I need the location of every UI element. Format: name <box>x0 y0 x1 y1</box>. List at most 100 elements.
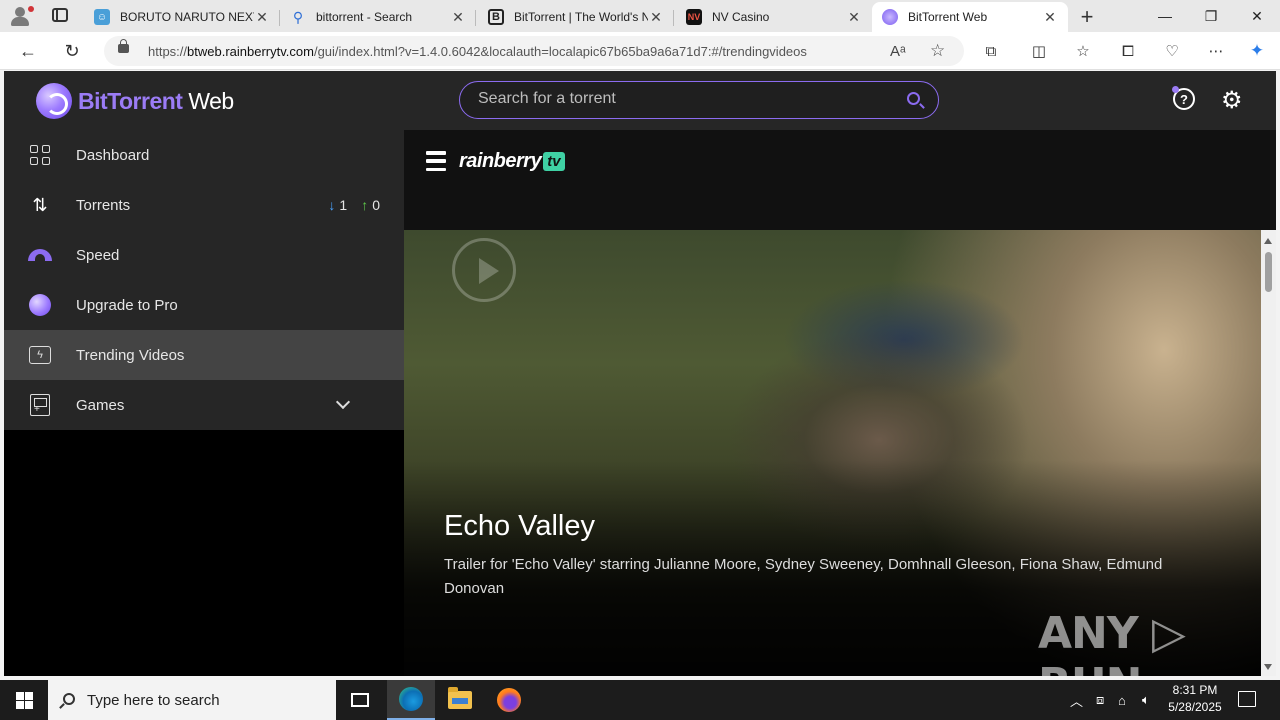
speedometer-icon <box>28 243 52 267</box>
app-header: BitTorrent Web ? ⚙ <box>4 71 1276 130</box>
close-window-icon[interactable]: ✕ <box>1234 0 1280 32</box>
profile-avatar-icon[interactable] <box>8 4 34 28</box>
bittorrent-web-logo[interactable]: BitTorrent Web <box>36 83 234 119</box>
sidebar-item-upgrade-to-pro[interactable]: Upgrade to Pro <box>4 280 404 330</box>
torrent-search-input[interactable] <box>478 90 878 108</box>
search-icon: ⚲ <box>292 8 304 25</box>
hamburger-menu-icon[interactable] <box>426 151 446 171</box>
taskbar-edge[interactable] <box>387 680 435 720</box>
tab-title: BitTorrent | The World's N <box>514 10 648 24</box>
sidebar-item-speed[interactable]: Speed <box>4 230 404 280</box>
video-title: Echo Valley <box>444 510 595 542</box>
volume-icon[interactable]: 🔈︎ <box>1142 680 1150 720</box>
scrollbar-thumb[interactable] <box>1265 252 1272 292</box>
bittorrent-web-icon <box>882 9 898 25</box>
refresh-icon[interactable]: ↻ <box>59 39 85 63</box>
bittorrent-b-icon: B <box>488 9 504 25</box>
chevron-down-icon[interactable] <box>335 394 351 410</box>
dashboard-grid-icon <box>28 143 52 167</box>
help-icon[interactable]: ? <box>1172 86 1195 110</box>
folder-icon <box>448 687 472 709</box>
browser-tab[interactable]: B BitTorrent | The World's N ✕ <box>478 2 674 32</box>
address-bar-row: ← ↻ https://btweb.rainberrytv.com/gui/in… <box>0 32 1280 70</box>
sidebar-item-trending-videos[interactable]: ϟ Trending Videos <box>4 330 404 380</box>
minimize-icon[interactable]: — <box>1142 0 1188 32</box>
torrent-search-box[interactable] <box>459 81 939 119</box>
download-arrow-icon: ↓ <box>328 197 336 213</box>
trending-videos-panel: rainberry tv Echo Valley Trailer for 'Ec… <box>404 130 1276 676</box>
upload-count: ↑ 0 <box>361 197 380 213</box>
play-button-icon[interactable] <box>452 238 516 302</box>
restore-icon[interactable]: ❐ <box>1188 0 1234 32</box>
taskbar-file-explorer[interactable] <box>436 680 484 720</box>
taskbar-firefox[interactable] <box>485 680 533 720</box>
search-icon[interactable] <box>907 92 920 105</box>
close-tab-icon[interactable]: ✕ <box>254 9 270 26</box>
rainberry-tv-logo[interactable]: rainberry tv <box>459 150 565 173</box>
tab-title: NV Casino <box>712 10 770 24</box>
favorites-icon[interactable]: ☆ <box>1072 41 1094 61</box>
browser-tab-active[interactable]: BitTorrent Web ✕ <box>872 2 1068 32</box>
extensions-icon[interactable]: ⧉ <box>980 41 1002 61</box>
sidebar-item-dashboard[interactable]: Dashboard <box>4 130 404 180</box>
start-button[interactable] <box>0 680 48 720</box>
tray-app-icon[interactable]: ⧈ <box>1096 680 1104 720</box>
search-icon <box>63 693 75 705</box>
scroll-up-arrow-icon[interactable] <box>1264 238 1272 244</box>
edge-icon <box>399 687 423 711</box>
browser-tab[interactable]: ⚲ bittorrent - Search ✕ <box>280 2 476 32</box>
browser-tab[interactable]: ☺ BORUTO NARUTO NEXT G ✕ <box>84 2 280 32</box>
sidebar-item-label: Trending Videos <box>76 346 185 364</box>
sidebar-item-label: Torrents <box>76 196 131 214</box>
copilot-icon[interactable]: ✦ <box>1246 41 1268 61</box>
settings-gear-icon[interactable]: ⚙ <box>1221 86 1243 115</box>
upload-arrow-icon: ↑ <box>361 197 369 213</box>
video-player[interactable]: Echo Valley Trailer for 'Echo Valley' st… <box>404 230 1261 676</box>
bittorrent-logo-icon <box>36 83 72 119</box>
logo-brand-text: BitTorrent <box>78 87 183 114</box>
sidebar-item-label: Games <box>76 396 125 414</box>
taskbar-search-box[interactable]: Type here to search <box>48 680 336 720</box>
browser-tab-strip: ☺ BORUTO NARUTO NEXT G ✕ ⚲ bittorrent - … <box>0 0 1280 32</box>
bittorrent-web-app: BitTorrent Web ? ⚙ Dashboard ⇅ Torrents … <box>4 71 1276 676</box>
split-screen-icon[interactable]: ◫ <box>1028 41 1050 61</box>
rainberry-word: rainberry <box>459 150 542 172</box>
more-menu-icon[interactable]: ⋯ <box>1205 41 1227 61</box>
task-view-button[interactable] <box>336 680 384 720</box>
new-tab-button[interactable]: + <box>1076 4 1098 30</box>
sidebar: Dashboard ⇅ Torrents ↓ 1 ↑ 0 Speed Upgrade… <box>4 130 404 676</box>
browser-tab[interactable]: NV NV Casino ✕ <box>676 2 872 32</box>
logo-suffix-text: Web <box>182 87 234 114</box>
gameboy-icon <box>28 393 52 417</box>
url-text[interactable]: https://btweb.rainberrytv.com/gui/index.… <box>148 44 868 59</box>
close-tab-icon[interactable]: ✕ <box>450 9 466 26</box>
sidebar-item-torrents[interactable]: ⇅ Torrents ↓ 1 ↑ 0 <box>4 180 404 230</box>
tab-actions-icon[interactable] <box>52 8 68 22</box>
network-icon[interactable]: ⌂ <box>1118 680 1126 720</box>
scroll-down-arrow-icon[interactable] <box>1264 664 1272 670</box>
system-clock[interactable]: 8:31 PM 5/28/2025 <box>1160 682 1230 716</box>
scrollbar[interactable] <box>1261 230 1276 676</box>
url-field[interactable]: https://btweb.rainberrytv.com/gui/index.… <box>104 36 964 66</box>
favorite-star-icon[interactable]: ☆ <box>930 41 945 61</box>
windows-taskbar: Type here to search ︿ ⧈ ⌂ 🔈︎ 8:31 PM 5/2… <box>0 680 1280 720</box>
tray-overflow-icon[interactable]: ︿ <box>1070 680 1083 720</box>
firefox-icon <box>497 688 521 712</box>
collections-icon[interactable]: ⧠ <box>1117 41 1139 61</box>
download-count: ↓ 1 <box>328 197 348 213</box>
close-tab-icon[interactable]: ✕ <box>1042 9 1058 26</box>
close-tab-icon[interactable]: ✕ <box>846 9 862 26</box>
notification-dot <box>1172 86 1179 93</box>
video-description: Trailer for 'Echo Valley' starring Julia… <box>444 556 1163 597</box>
read-aloud-icon[interactable]: A͏ᵃ <box>890 43 906 60</box>
sidebar-item-games[interactable]: Games <box>4 380 404 430</box>
nv-icon: NV <box>686 9 702 25</box>
back-arrow-icon[interactable]: ← <box>15 39 41 63</box>
pro-logo-icon <box>28 293 52 317</box>
notification-center-icon[interactable] <box>1238 691 1256 707</box>
windows-logo-icon <box>15 691 33 709</box>
boruto-icon: ☺ <box>94 9 110 25</box>
lock-icon[interactable] <box>118 39 129 53</box>
browser-essentials-icon[interactable]: ♡ <box>1161 41 1183 61</box>
close-tab-icon[interactable]: ✕ <box>648 9 664 26</box>
